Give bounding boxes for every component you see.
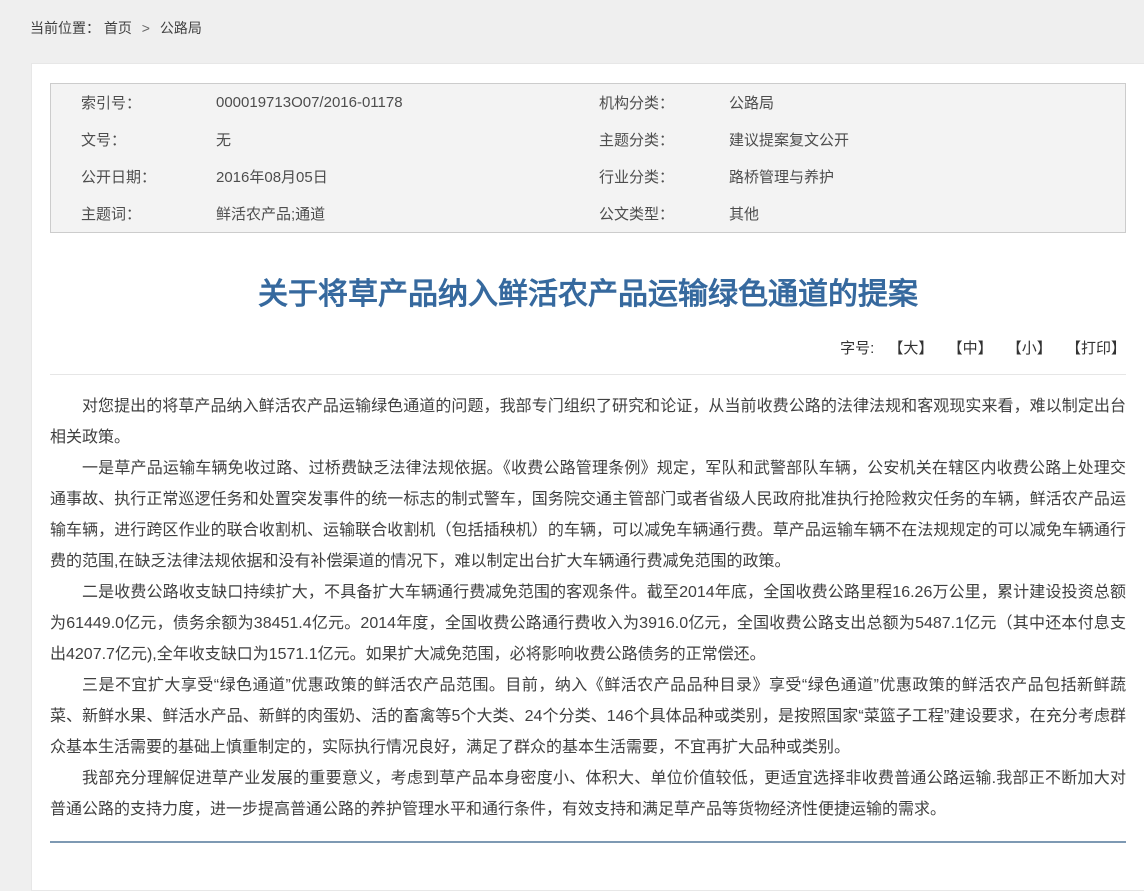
meta-value-doc-number: 无 [216,129,599,150]
page: 当前位置： 首页 > 公路局 索引号： 000019713O07/2016-01… [0,0,1144,891]
meta-value-topic-category: 建议提案复文公开 [729,129,1125,150]
meta-label-doc-type: 公文类型： [599,203,729,224]
meta-label-publish-date: 公开日期： [51,166,216,187]
meta-row: 文号： 无 主题分类： 建议提案复文公开 [51,121,1125,158]
meta-value-doc-type: 其他 [729,203,1125,224]
document-meta-table: 索引号： 000019713O07/2016-01178 机构分类： 公路局 文… [50,83,1126,233]
meta-row: 索引号： 000019713O07/2016-01178 机构分类： 公路局 [51,84,1125,121]
meta-label-industry-category: 行业分类： [599,166,729,187]
article-title: 关于将草产品纳入鲜活农产品运输绿色通道的提案 [50,277,1126,313]
font-size-large-button[interactable]: 【大】 [888,340,933,357]
font-size-label: 字号: [840,340,874,357]
breadcrumb-separator: > [142,20,150,36]
meta-row: 主题词： 鲜活农产品;通道 公文类型： 其他 [51,195,1125,232]
font-size-medium-button[interactable]: 【中】 [948,340,993,357]
meta-value-keywords: 鲜活农产品;通道 [216,203,599,224]
breadcrumb-label: 当前位置： [30,20,100,36]
breadcrumb-home-link[interactable]: 首页 [104,20,132,36]
font-size-small-button[interactable]: 【小】 [1007,340,1052,357]
meta-label-index-number: 索引号： [51,92,216,113]
meta-value-industry-category: 路桥管理与养护 [729,166,1125,187]
meta-label-agency-category: 机构分类： [599,92,729,113]
meta-label-topic-category: 主题分类： [599,129,729,150]
breadcrumb-current: 公路局 [160,20,202,36]
print-button[interactable]: 【打印】 [1066,340,1126,357]
meta-label-doc-number: 文号： [51,129,216,150]
meta-value-index-number: 000019713O07/2016-01178 [216,94,599,111]
article-paragraph: 三是不宜扩大享受“绿色通道”优惠政策的鲜活农产品范围。目前，纳入《鲜活农产品品种… [50,670,1126,763]
font-size-toolbar: 字号: 【大】 【中】 【小】 【打印】 [50,337,1126,375]
breadcrumb: 当前位置： 首页 > 公路局 [0,0,1144,63]
meta-value-publish-date: 2016年08月05日 [216,166,599,187]
footer-divider [50,841,1126,843]
content-card: 索引号： 000019713O07/2016-01178 机构分类： 公路局 文… [31,63,1144,891]
article-paragraph: 二是收费公路收支缺口持续扩大，不具备扩大车辆通行费减免范围的客观条件。截至201… [50,577,1126,670]
article-paragraph: 我部充分理解促进草产业发展的重要意义，考虑到草产品本身密度小、体积大、单位价值较… [50,763,1126,825]
meta-row: 公开日期： 2016年08月05日 行业分类： 路桥管理与养护 [51,158,1125,195]
meta-label-keywords: 主题词： [51,203,216,224]
meta-value-agency-category: 公路局 [729,92,1125,113]
article-paragraph: 一是草产品运输车辆免收过路、过桥费缺乏法律法规依据。《收费公路管理条例》规定，军… [50,453,1126,577]
article-paragraph: 对您提出的将草产品纳入鲜活农产品运输绿色通道的问题，我部专门组织了研究和论证，从… [50,391,1126,453]
article-body: 对您提出的将草产品纳入鲜活农产品运输绿色通道的问题，我部专门组织了研究和论证，从… [50,391,1126,825]
